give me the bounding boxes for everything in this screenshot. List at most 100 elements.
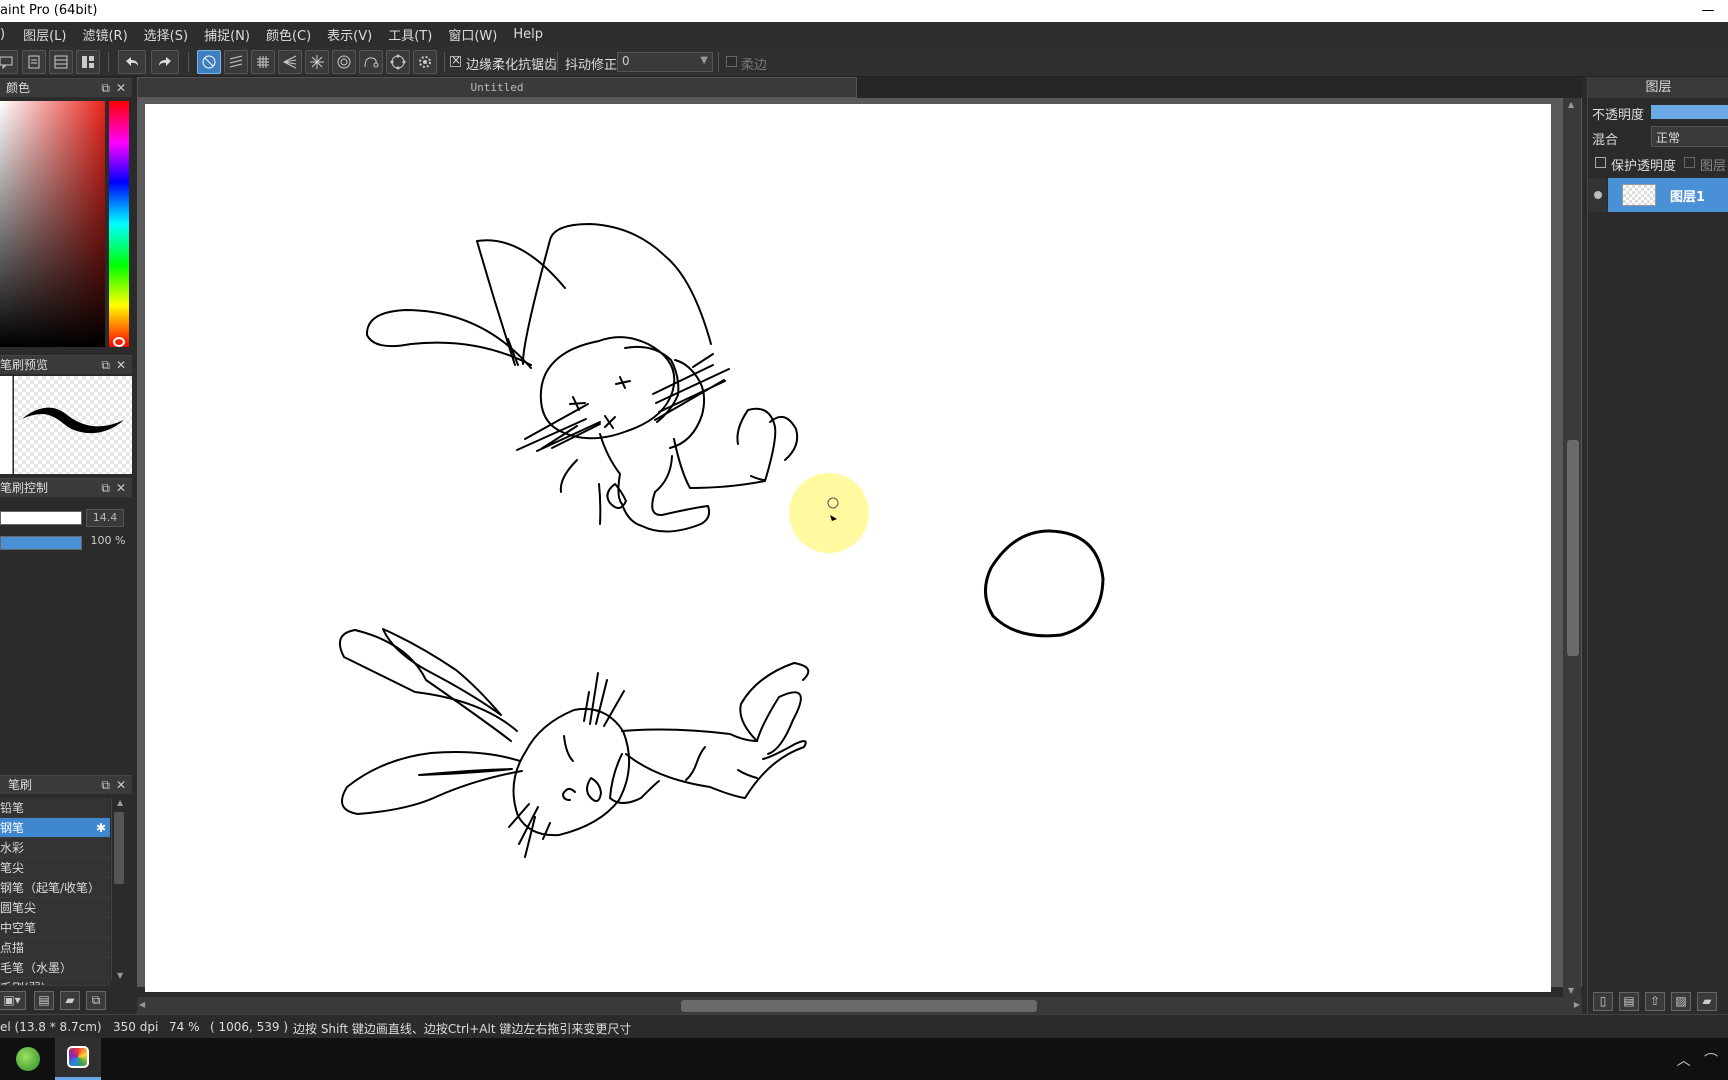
scroll-right-icon[interactable]: ▶ bbox=[1574, 1000, 1580, 1009]
popout-icon[interactable]: ⧉ bbox=[101, 776, 110, 794]
menu-item-select[interactable]: 选择(S) bbox=[136, 25, 196, 44]
brush-size-slider[interactable] bbox=[0, 511, 82, 525]
popout-icon[interactable]: ⧉ bbox=[101, 479, 110, 497]
radial-lines-icon[interactable] bbox=[305, 50, 329, 74]
hue-slider[interactable] bbox=[109, 101, 129, 347]
brush-item-ink-brush[interactable]: 毛笔（水墨） bbox=[0, 958, 110, 978]
soft-edge-checkbox[interactable] bbox=[726, 56, 737, 67]
layer-item[interactable]: 图层1 bbox=[1588, 178, 1728, 212]
brush-item-round-tip[interactable]: 圆笔尖 bbox=[0, 898, 110, 918]
layer-folder-icon[interactable]: ▰ bbox=[1697, 992, 1717, 1011]
start-icon[interactable] bbox=[16, 1047, 40, 1071]
menu-item-tools[interactable]: 工具(T) bbox=[380, 25, 440, 44]
menu-item-partial[interactable]: ) bbox=[0, 27, 15, 42]
layer-item-body[interactable]: 图层1 bbox=[1608, 178, 1728, 212]
menu-item-layer[interactable]: 图层(L) bbox=[15, 25, 74, 44]
menu-item-window[interactable]: 窗口(W) bbox=[440, 25, 505, 44]
brush-item-weak-brush[interactable]: 毛刷(弱) bbox=[0, 978, 110, 986]
scroll-left-icon[interactable]: ◀ bbox=[139, 1000, 145, 1009]
canvas-horizontal-scrollbar[interactable]: ◀ ▶ bbox=[137, 997, 1582, 1014]
close-icon[interactable]: ✕ bbox=[116, 479, 126, 497]
color-saturation-value-picker[interactable] bbox=[0, 101, 105, 347]
folder-icon[interactable]: ▰ bbox=[60, 991, 80, 1010]
ellipse-icon[interactable] bbox=[386, 50, 410, 74]
panel-layout-icon[interactable] bbox=[49, 50, 73, 74]
brush-item-watercolor[interactable]: 水彩 bbox=[0, 838, 110, 858]
layer-opacity-slider[interactable] bbox=[1651, 105, 1728, 119]
layer-options-row: 保护透明度 图层剪 bbox=[1588, 152, 1728, 193]
brush-list-scroll-thumb[interactable] bbox=[114, 812, 124, 884]
toolbar: 边缘柔化抗锯齿 抖动修正 0 ▼ 柔边 bbox=[0, 46, 1728, 77]
perspective-icon[interactable] bbox=[278, 50, 302, 74]
parallel-lines-icon[interactable] bbox=[224, 50, 248, 74]
brush-item-stipple[interactable]: 点描 bbox=[0, 938, 110, 958]
window-title: aint Pro (64bit) bbox=[0, 3, 98, 18]
tray-chevron-icon[interactable]: ︿ ⌒ bbox=[1677, 1050, 1718, 1070]
brush-opacity-slider[interactable] bbox=[0, 536, 82, 550]
scroll-down-icon[interactable]: ▼ bbox=[117, 971, 123, 980]
scroll-up-icon[interactable]: ▲ bbox=[117, 798, 123, 807]
visibility-icon[interactable] bbox=[1588, 178, 1607, 212]
brush-stroke-preview bbox=[22, 407, 124, 434]
document-tab-strip: Untitled bbox=[137, 77, 1582, 98]
snap-off-icon[interactable] bbox=[197, 50, 221, 74]
clip-checkbox[interactable] bbox=[1684, 157, 1695, 168]
layer-blend-select[interactable]: 正常 bbox=[1651, 126, 1728, 147]
close-icon[interactable]: ✕ bbox=[116, 356, 126, 374]
status-bar: el (13.8 * 8.7cm) 350 dpi 74 % ( 1006, 5… bbox=[0, 1014, 1728, 1038]
layer-name: 图层1 bbox=[1670, 190, 1706, 205]
page-icon[interactable] bbox=[22, 50, 46, 74]
speech-icon[interactable] bbox=[0, 50, 18, 74]
hue-marker[interactable] bbox=[113, 337, 125, 347]
new-brush-icon[interactable]: ▤ bbox=[34, 991, 54, 1010]
antialias-checkbox[interactable] bbox=[450, 53, 461, 67]
snap-settings-icon[interactable] bbox=[413, 50, 437, 74]
layer-thumbnail bbox=[1622, 184, 1656, 206]
scroll-up-icon[interactable]: ▲ bbox=[1568, 100, 1574, 109]
redo-icon[interactable] bbox=[151, 50, 179, 74]
menu-item-snap[interactable]: 捕捉(N) bbox=[196, 25, 258, 44]
menu-item-filter[interactable]: 滤镜(R) bbox=[74, 25, 135, 44]
canvas-vscroll-thumb[interactable] bbox=[1567, 440, 1579, 656]
menu-item-color[interactable]: 颜色(C) bbox=[258, 25, 319, 44]
taskbar-app-medibang[interactable] bbox=[55, 1038, 101, 1080]
halftone-layer-icon[interactable]: ▨ bbox=[1671, 992, 1691, 1011]
brush-item-pen-fade[interactable]: 钢笔（起笔/收笔） bbox=[0, 878, 110, 898]
concentric-icon[interactable] bbox=[332, 50, 356, 74]
layer-panel-footer: ▯ ▤ ⇧ ▨ ▰ bbox=[1588, 988, 1728, 1014]
gear-icon[interactable]: ✱ bbox=[96, 818, 106, 838]
brush-item-tip[interactable]: 笔尖 bbox=[0, 858, 110, 878]
brush-item-pencil[interactable]: 铅笔 bbox=[0, 798, 110, 818]
canvas-hscroll-thumb[interactable] bbox=[681, 1000, 1037, 1012]
new-layer-icon[interactable]: ▯ bbox=[1593, 992, 1613, 1011]
minimize-icon[interactable] bbox=[1698, 0, 1718, 20]
status-canvas-size: el (13.8 * 8.7cm) bbox=[0, 1020, 102, 1034]
scroll-down-icon[interactable]: ▼ bbox=[1568, 986, 1574, 995]
popout-icon[interactable]: ⧉ bbox=[101, 356, 110, 374]
grid-snap-icon[interactable] bbox=[251, 50, 275, 74]
curve-icon[interactable] bbox=[359, 50, 383, 74]
grid-layout-icon[interactable] bbox=[76, 50, 100, 74]
protect-alpha-checkbox[interactable] bbox=[1595, 157, 1606, 168]
brush-list-scrollbar[interactable]: ▲ ▼ bbox=[111, 798, 130, 980]
add-brush-icon[interactable]: ▣▾ bbox=[0, 991, 26, 1010]
cursor-highlight bbox=[789, 473, 869, 553]
brush-panel-title: 笔刷 bbox=[8, 778, 33, 792]
close-icon[interactable]: ✕ bbox=[116, 79, 126, 97]
brush-item-pen[interactable]: 钢笔 ✱ bbox=[0, 818, 110, 838]
popout-icon[interactable]: ⧉ bbox=[101, 79, 110, 97]
import-layer-icon[interactable]: ⇧ bbox=[1645, 992, 1665, 1011]
close-icon[interactable]: ✕ bbox=[116, 776, 126, 794]
canvas-vertical-scrollbar[interactable]: ▲ ▼ bbox=[1563, 98, 1581, 997]
undo-icon[interactable] bbox=[118, 50, 146, 74]
brush-size-value[interactable]: 14.4 bbox=[86, 509, 124, 527]
duplicate-layer-icon[interactable]: ▤ bbox=[1619, 992, 1639, 1011]
stabilizer-select[interactable]: 0 ▼ bbox=[617, 52, 713, 72]
brush-item-hollow-pen[interactable]: 中空笔 bbox=[0, 918, 110, 938]
menu-item-help[interactable]: Help bbox=[505, 27, 551, 42]
document-tab[interactable]: Untitled bbox=[137, 77, 857, 98]
duplicate-icon[interactable]: ⧉ bbox=[86, 991, 106, 1010]
chevron-down-icon: ▼ bbox=[700, 55, 708, 66]
app-icon bbox=[67, 1046, 89, 1068]
menu-item-view[interactable]: 表示(V) bbox=[319, 25, 380, 44]
